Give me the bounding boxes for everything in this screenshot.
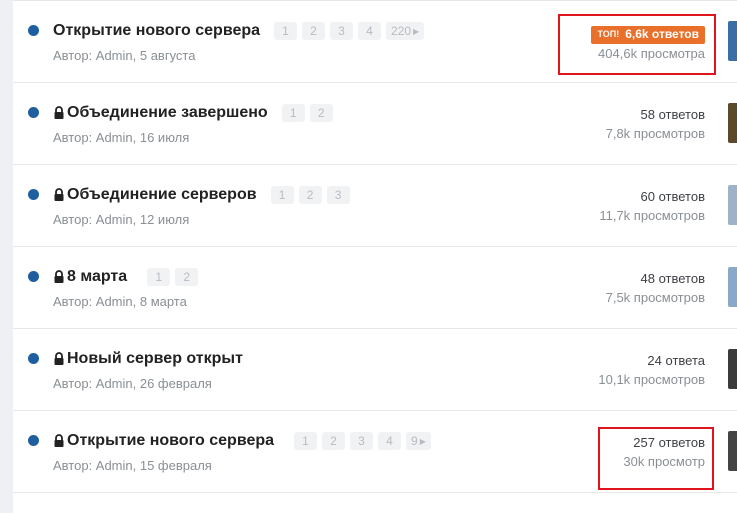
last-poster-avatar[interactable] xyxy=(728,431,737,471)
triangle-right-icon: ▶ xyxy=(419,437,426,446)
triangle-right-icon: ▶ xyxy=(413,27,420,36)
page-link[interactable]: 3 xyxy=(330,22,354,40)
page-jump-links: 1 2 xyxy=(147,268,203,286)
unread-indicator xyxy=(28,107,39,118)
thread-title-link[interactable]: Объединение серверов xyxy=(67,186,257,204)
highlight-box xyxy=(558,14,716,75)
thread-title-line: Объединение завершено 1 2 xyxy=(53,101,338,125)
page-link[interactable]: 1 xyxy=(270,186,294,204)
thread-title-link[interactable]: Открытие нового сервера xyxy=(53,22,260,40)
last-page-number: 9 xyxy=(411,434,418,448)
page-link[interactable]: 3 xyxy=(326,186,350,204)
last-poster-avatar[interactable] xyxy=(728,185,737,225)
page-link[interactable]: 2 xyxy=(322,432,346,450)
lock-icon xyxy=(54,269,64,283)
page-link[interactable]: 1 xyxy=(147,268,171,286)
thread-author-meta: Автор: Admin, 26 февраля xyxy=(53,376,212,391)
page-link[interactable]: 1 xyxy=(294,432,318,450)
unread-indicator xyxy=(28,353,39,364)
thread-author-meta: Автор: Admin, 16 июля xyxy=(53,130,190,145)
thread-title-line: 8 марта 1 2 xyxy=(53,265,203,289)
thread-title-link[interactable]: Новый сервер открыт xyxy=(67,350,243,368)
thread-title-link[interactable]: 8 марта xyxy=(67,268,127,286)
page-link[interactable]: 2 xyxy=(298,186,322,204)
thread-author-meta: Автор: Admin, 5 августа xyxy=(53,48,196,63)
thread-author-meta: Автор: Admin, 8 марта xyxy=(53,294,187,309)
page-link[interactable]: 2 xyxy=(302,22,326,40)
last-poster-avatar[interactable] xyxy=(728,21,737,61)
unread-indicator xyxy=(28,271,39,282)
page-jump-links: 1 2 3 xyxy=(270,186,355,204)
views-count: 7,5k просмотров xyxy=(605,290,705,305)
views-count: 7,8k просмотров xyxy=(605,126,705,141)
last-poster-avatar[interactable] xyxy=(728,267,737,307)
page-jump-links: 1 2 3 4 220 ▶ xyxy=(274,22,429,40)
page-link[interactable]: 3 xyxy=(350,432,374,450)
thread-stats: 48 ответов 7,5k просмотров xyxy=(606,269,705,307)
last-page-number: 220 xyxy=(391,24,412,38)
page-link[interactable]: 2 xyxy=(309,104,333,122)
thread-title-link[interactable]: Объединение завершено xyxy=(67,104,268,122)
thread-title-line: Новый сервер открыт xyxy=(53,347,243,371)
thread-author-meta: Автор: Admin, 15 февраля xyxy=(53,458,212,473)
thread-stats: 60 ответов 11,7k просмотров xyxy=(599,187,705,225)
thread-row[interactable]: Новый сервер открыт Автор: Admin, 26 фев… xyxy=(13,329,737,411)
thread-row[interactable]: Объединение серверов 1 2 3 Автор: Admin,… xyxy=(13,165,737,247)
thread-title-line: Открытие нового сервера 1 2 3 4 9 ▶ xyxy=(53,429,436,453)
thread-author-meta: Автор: Admin, 12 июля xyxy=(53,212,190,227)
left-rail xyxy=(0,0,13,513)
last-poster-avatar[interactable] xyxy=(728,103,737,143)
unread-indicator xyxy=(28,25,39,36)
thread-title-line: Открытие нового сервера 1 2 3 4 220 ▶ xyxy=(53,19,429,43)
last-page-link[interactable]: 220 ▶ xyxy=(386,22,425,40)
unread-indicator xyxy=(28,189,39,200)
last-page-link[interactable]: 9 ▶ xyxy=(406,432,431,450)
page-jump-links: 1 2 3 4 9 ▶ xyxy=(294,432,436,450)
thread-row[interactable]: 8 марта 1 2 Автор: Admin, 8 марта 48 отв… xyxy=(13,247,737,329)
page-link[interactable]: 4 xyxy=(378,432,402,450)
views-count: 10,1k просмотров xyxy=(598,372,705,387)
thread-row[interactable]: Объединение завершено 1 2 Автор: Admin, … xyxy=(13,83,737,165)
views-count: 11,7k просмотров xyxy=(599,208,705,223)
replies-count: 24 ответа xyxy=(647,353,705,368)
lock-icon xyxy=(54,187,64,201)
last-poster-avatar[interactable] xyxy=(728,349,737,389)
highlight-box xyxy=(598,427,714,490)
replies-count: 60 ответов xyxy=(640,189,705,204)
thread-stats: 24 ответа 10,1k просмотров xyxy=(598,351,705,389)
lock-icon xyxy=(54,433,64,447)
lock-icon xyxy=(54,105,64,119)
page-link[interactable]: 1 xyxy=(281,104,305,122)
page-link[interactable]: 4 xyxy=(358,22,382,40)
page-link[interactable]: 2 xyxy=(175,268,199,286)
page-link[interactable]: 1 xyxy=(274,22,298,40)
unread-indicator xyxy=(28,435,39,446)
thread-title-line: Объединение серверов 1 2 3 xyxy=(53,183,355,207)
thread-stats: 58 ответов 7,8k просмотров xyxy=(606,105,705,143)
lock-icon xyxy=(54,351,64,365)
page-jump-links: 1 2 xyxy=(281,104,338,122)
replies-count: 58 ответов xyxy=(640,107,705,122)
replies-count: 48 ответов xyxy=(640,271,705,286)
thread-title-link[interactable]: Открытие нового сервера xyxy=(67,432,274,450)
